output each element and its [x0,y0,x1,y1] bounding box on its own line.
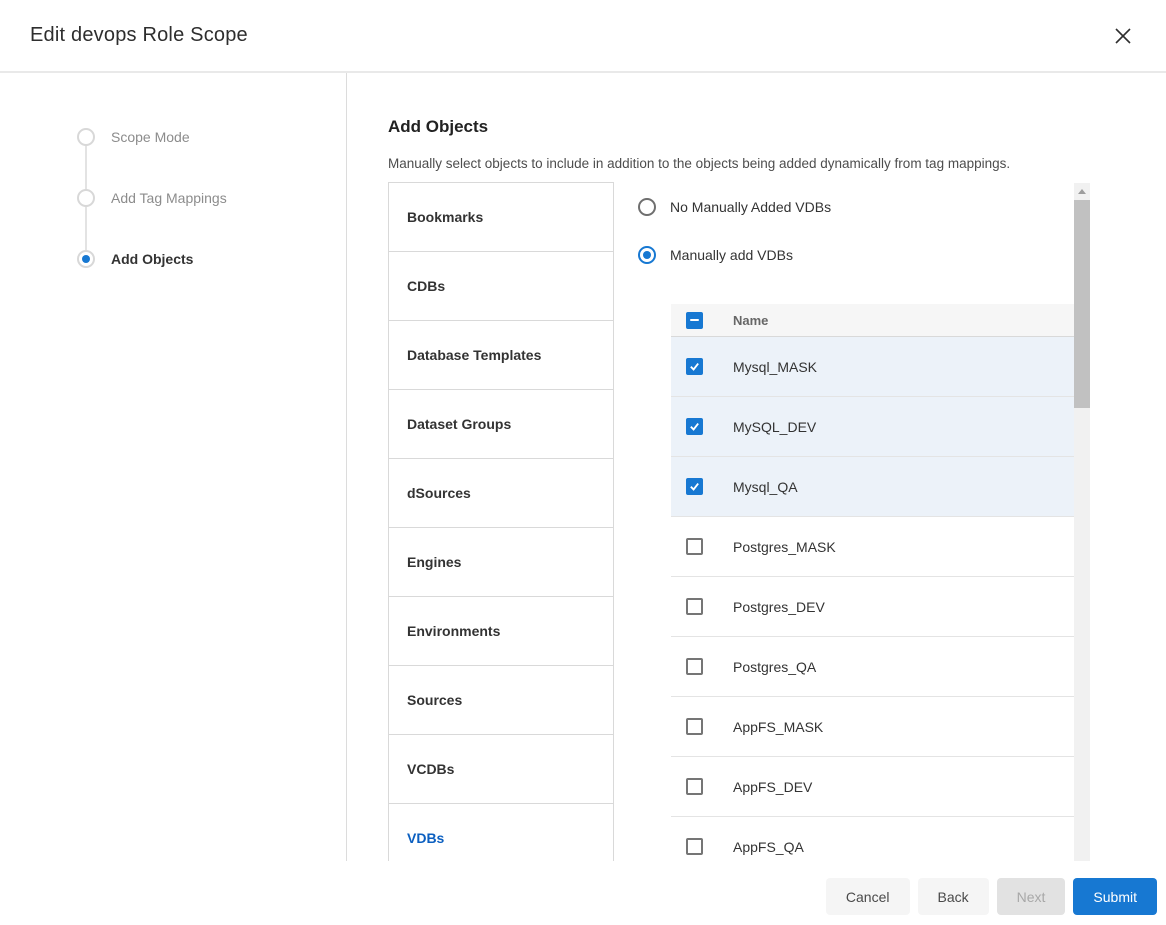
scrollbar-track[interactable] [1074,183,1090,861]
stepper-step-add-objects[interactable]: Add Objects [77,250,227,268]
indeterminate-dash-icon [690,319,699,321]
table-row[interactable]: AppFS_MASK [671,697,1074,757]
checkbox-unchecked-icon[interactable] [686,658,703,675]
table-row[interactable]: AppFS_QA [671,817,1074,861]
radio-button-icon [638,198,656,216]
step-circle-icon [77,128,95,146]
object-type-label: Dataset Groups [407,416,511,432]
object-type-tab-environments[interactable]: Environments [388,596,614,666]
name-column-header: Name [733,313,768,328]
vdb-name: Postgres_MASK [733,539,836,555]
object-type-tab-sources[interactable]: Sources [388,665,614,735]
table-row[interactable]: Postgres_QA [671,637,1074,697]
scrollbar-thumb[interactable] [1074,200,1090,408]
vdb-name: MySQL_DEV [733,419,816,435]
vdb-name: AppFS_QA [733,839,804,855]
checkbox-unchecked-icon[interactable] [686,718,703,735]
object-type-label: VCDBs [407,761,454,777]
table-row[interactable]: Mysql_MASK [671,337,1074,397]
object-type-tab-cdbs[interactable]: CDBs [388,251,614,321]
object-type-label: CDBs [407,278,445,294]
step-label: Add Tag Mappings [111,190,227,206]
vdb-name: Postgres_DEV [733,599,825,615]
select-all-checkbox[interactable] [686,312,703,329]
section-heading: Add Objects [388,117,1166,137]
stepper: Scope Mode Add Tag Mappings Add Objects [77,128,227,311]
object-type-tab-bookmarks[interactable]: Bookmarks [388,182,614,252]
radio-option-label: No Manually Added VDBs [670,199,831,215]
object-type-tab-database-templates[interactable]: Database Templates [388,320,614,390]
step-circle-icon [77,250,95,268]
vdb-selection-panel: No Manually Added VDBsManually add VDBs … [638,182,1074,861]
stepper-sidebar: Scope Mode Add Tag Mappings Add Objects [0,73,347,861]
dialog-footer: Cancel Back Next Submit [826,878,1157,915]
dialog-title: Edit devops Role Scope [30,24,248,47]
cancel-button[interactable]: Cancel [826,878,910,915]
vdb-name: Mysql_QA [733,479,798,495]
table-row[interactable]: Postgres_DEV [671,577,1074,637]
object-type-label: Environments [407,623,500,639]
vdb-name: AppFS_MASK [733,719,823,735]
object-type-label: Engines [407,554,461,570]
step-label: Scope Mode [111,129,190,145]
add-objects-panel: Add Objects Manually select objects to i… [347,73,1166,861]
checkbox-unchecked-icon[interactable] [686,838,703,855]
checkbox-unchecked-icon[interactable] [686,598,703,615]
object-type-tab-dataset-groups[interactable]: Dataset Groups [388,389,614,459]
table-header-row: Name [671,304,1074,337]
table-row[interactable]: Mysql_QA [671,457,1074,517]
checkbox-checked-icon[interactable] [686,478,703,495]
close-icon[interactable] [1110,23,1136,49]
object-type-tab-vcdbs[interactable]: VCDBs [388,734,614,804]
object-type-label: Sources [407,692,462,708]
vdb-name: AppFS_DEV [733,779,812,795]
content-row: Bookmarks CDBs Database Templates Dataset G… [388,182,1166,861]
step-circle-icon [77,189,95,207]
radio-option-manually-add-vdbs[interactable]: Manually add VDBs [638,246,1074,264]
object-type-tab-dsources[interactable]: dSources [388,458,614,528]
radio-button-icon [638,246,656,264]
object-type-label: Database Templates [407,347,541,363]
checkbox-checked-icon[interactable] [686,358,703,375]
edit-role-scope-dialog: Edit devops Role Scope Scope Mode Add Tag… [0,0,1166,861]
submit-button[interactable]: Submit [1073,878,1157,915]
object-type-label: VDBs [407,830,444,846]
radio-group: No Manually Added VDBs Manually add VDBs [638,198,1074,264]
object-type-label: Bookmarks [407,209,483,225]
next-button: Next [997,878,1066,915]
vdb-table: Name Mysql_MASK MySQL_DEV Mysql_QA Postgres… [671,304,1074,861]
stepper-step-scope-mode[interactable]: Scope Mode [77,128,227,146]
table-body: Mysql_MASK MySQL_DEV Mysql_QA Postgres_MASK… [671,337,1074,861]
table-row[interactable]: AppFS_DEV [671,757,1074,817]
vdb-name: Mysql_MASK [733,359,817,375]
dialog-header: Edit devops Role Scope [0,0,1166,73]
checkbox-unchecked-icon[interactable] [686,778,703,795]
object-type-list: Bookmarks CDBs Database Templates Dataset G… [388,182,614,861]
object-type-label: dSources [407,485,471,501]
radio-option-label: Manually add VDBs [670,247,793,263]
step-label: Add Objects [111,251,193,267]
scrollbar-up-arrow-icon[interactable] [1074,183,1090,199]
stepper-step-add-tag-mappings[interactable]: Add Tag Mappings [77,189,227,207]
checkbox-checked-icon[interactable] [686,418,703,435]
back-button[interactable]: Back [918,878,989,915]
object-type-tab-vdbs[interactable]: VDBs [388,803,614,861]
dialog-body: Scope Mode Add Tag Mappings Add Objects Ad… [0,73,1166,861]
table-row[interactable]: MySQL_DEV [671,397,1074,457]
radio-option-no-manual-vdbs[interactable]: No Manually Added VDBs [638,198,1074,216]
checkbox-unchecked-icon[interactable] [686,538,703,555]
table-row[interactable]: Postgres_MASK [671,517,1074,577]
object-type-tab-engines[interactable]: Engines [388,527,614,597]
section-description: Manually select objects to include in ad… [388,156,1166,171]
vdb-name: Postgres_QA [733,659,816,675]
